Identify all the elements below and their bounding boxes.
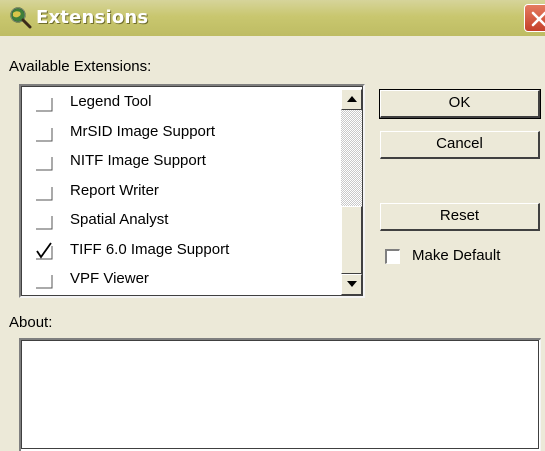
empty-checkbox-icon[interactable] [35, 212, 53, 230]
extension-item[interactable]: Spatial Analyst [21, 207, 339, 237]
empty-checkbox-icon[interactable] [35, 94, 53, 112]
extension-label: Spatial Analyst [70, 211, 169, 228]
ok-button[interactable]: OK [379, 89, 541, 119]
vertical-scrollbar[interactable] [341, 89, 362, 295]
extension-item[interactable]: TIFF 6.0 Image Support [21, 237, 339, 267]
extension-label: Legend Tool [70, 93, 152, 110]
empty-checkbox-icon[interactable] [35, 153, 53, 171]
extension-item[interactable]: MrSID Image Support [21, 119, 339, 149]
window-title: Extensions [36, 7, 149, 28]
scroll-up-button[interactable] [341, 89, 362, 110]
scroll-down-button[interactable] [341, 274, 362, 295]
extension-label: MrSID Image Support [70, 122, 216, 140]
arrow-up-icon [347, 96, 357, 102]
scroll-thumb[interactable] [341, 206, 362, 274]
close-button[interactable] [524, 4, 545, 32]
about-textarea[interactable] [19, 338, 541, 451]
arrow-down-icon [347, 281, 357, 287]
extension-label: Report Writer [70, 181, 159, 199]
about-label: About: [9, 314, 53, 331]
make-default-label: Make Default [412, 247, 501, 264]
globe-magnifier-icon [8, 6, 32, 30]
close-icon [531, 11, 545, 27]
available-extensions-label: Available Extensions: [9, 58, 152, 75]
checkmark-checkbox-icon[interactable] [35, 241, 53, 260]
extension-item[interactable]: NITF Image Support [21, 148, 339, 178]
extension-label: VPF Viewer [70, 270, 149, 287]
extension-label: NITF Image Support [70, 152, 206, 169]
make-default-box[interactable] [385, 249, 400, 264]
reset-button[interactable]: Reset [380, 203, 540, 231]
extension-item[interactable]: Legend Tool [21, 89, 339, 119]
empty-checkbox-icon[interactable] [35, 271, 53, 289]
extensions-listbox[interactable]: Legend Tool MrSID Image Support NITF Image… [19, 84, 365, 298]
extension-item[interactable]: Report Writer [21, 178, 339, 208]
empty-checkbox-icon[interactable] [35, 183, 53, 201]
extension-item[interactable]: VPF Viewer [21, 266, 339, 296]
cancel-button[interactable]: Cancel [380, 131, 540, 159]
title-bar[interactable]: Extensions [0, 0, 545, 36]
empty-checkbox-icon[interactable] [35, 124, 53, 142]
extensions-list: Legend Tool MrSID Image Support NITF Image… [21, 89, 339, 296]
extension-label: TIFF 6.0 Image Support [70, 240, 230, 258]
